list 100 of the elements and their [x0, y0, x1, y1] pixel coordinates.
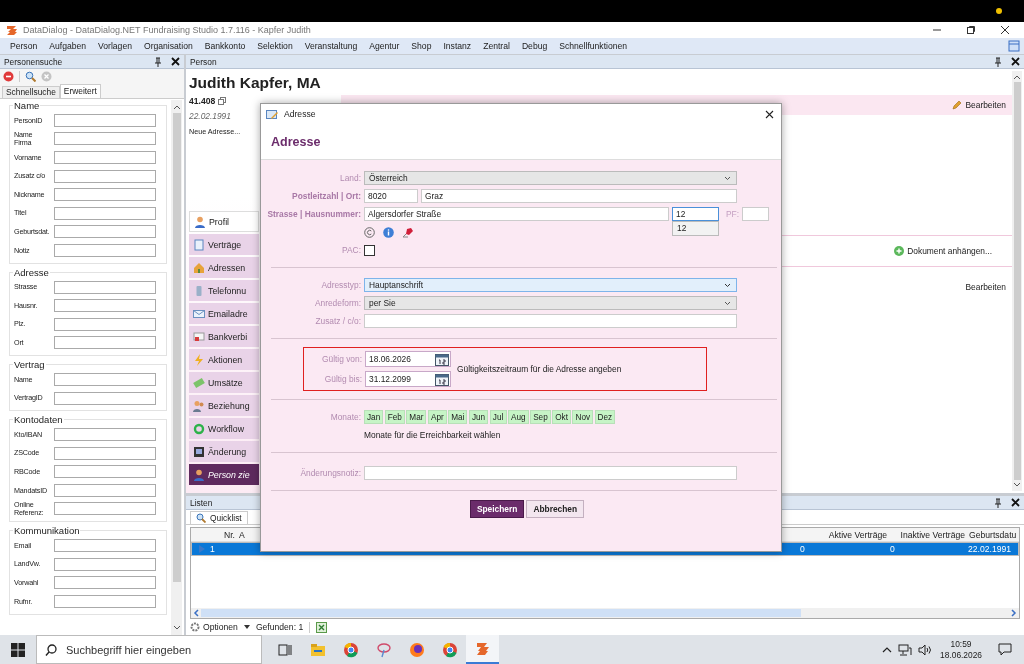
city-field[interactable]: Graz [421, 189, 737, 203]
nav-button[interactable]: Telefonnu [189, 280, 259, 302]
search-field[interactable]: Suchbegriff hier eingeben [36, 635, 262, 664]
scroll-left-icon[interactable] [193, 609, 199, 617]
input-field[interactable] [364, 466, 737, 480]
close-icon[interactable] [1011, 57, 1020, 66]
edit-link[interactable]: Bearbeiten [965, 282, 1006, 292]
nav-button[interactable]: Verträge [189, 234, 259, 256]
tab[interactable]: Erweitert [59, 84, 101, 98]
nav-button[interactable]: Person zie [189, 464, 259, 485]
nav-button[interactable]: Beziehung [189, 395, 259, 417]
nav-button[interactable]: Profil [189, 211, 259, 233]
input-field[interactable] [54, 132, 156, 146]
menu-item[interactable]: Debug [515, 41, 554, 51]
month-toggle[interactable]: Jun [468, 410, 489, 424]
input-field[interactable] [54, 428, 156, 442]
tab[interactable]: Quicklist [190, 511, 248, 524]
postcode-field[interactable]: 8020 [364, 189, 418, 203]
menu-item[interactable]: Aufgaben [43, 41, 93, 51]
info-icon[interactable] [383, 226, 394, 238]
scrollbar[interactable] [191, 608, 1019, 618]
options-button[interactable]: Optionen [190, 622, 238, 632]
scroll-up-icon[interactable] [1013, 74, 1021, 80]
nav-button[interactable]: Workflow [189, 418, 259, 440]
nav-button[interactable]: Bankverbi [189, 326, 259, 348]
month-toggle[interactable]: Apr [427, 410, 447, 424]
menu-item[interactable]: Agentur [363, 41, 406, 51]
menu-item[interactable]: Zentral [477, 41, 516, 51]
speaker-icon[interactable] [918, 643, 933, 656]
input-field[interactable] [54, 391, 156, 405]
close-icon[interactable] [171, 57, 180, 66]
pin-icon[interactable] [994, 56, 1002, 67]
menu-item[interactable]: Selektion [251, 41, 299, 51]
menu-item[interactable]: Shop [405, 41, 438, 51]
notification-icon[interactable] [998, 643, 1012, 656]
month-toggle[interactable]: Dez [594, 410, 616, 424]
save-button[interactable]: Speichern [469, 500, 525, 518]
checkbox[interactable] [364, 244, 375, 256]
calendar-icon[interactable] [435, 372, 449, 386]
column-header[interactable]: Geburtsdatu [967, 529, 1019, 540]
cancel-button[interactable]: Abbrechen [526, 500, 585, 518]
month-toggle[interactable]: Jan [364, 410, 384, 424]
pin-icon[interactable] [994, 497, 1002, 508]
search-field[interactable]: Suchbegriff hier eingeben [66, 643, 256, 656]
nav-button[interactable]: Emailadre [189, 303, 259, 325]
column-header[interactable]: Inaktive Verträge [889, 529, 967, 540]
dropdown[interactable]: per Sie [364, 296, 737, 310]
street-field[interactable]: Algersdorfer Straße [364, 207, 669, 221]
input-field[interactable] [54, 317, 156, 331]
input-field[interactable] [54, 446, 156, 460]
calendar-icon[interactable] [435, 352, 449, 366]
month-toggle[interactable]: Sep [530, 410, 551, 424]
window-icon[interactable] [1008, 40, 1020, 52]
network-icon[interactable] [898, 643, 913, 656]
pin-icon[interactable] [154, 56, 162, 67]
nav-button[interactable]: Adressen [189, 257, 259, 279]
scroll-up-icon[interactable] [172, 104, 181, 110]
input-field[interactable] [54, 465, 156, 479]
input-field[interactable] [54, 225, 156, 239]
close-icon[interactable] [1000, 25, 1010, 35]
input-field[interactable] [54, 336, 156, 350]
scrollbar[interactable] [1012, 71, 1022, 491]
month-toggle[interactable]: Mai [448, 410, 468, 424]
input-field[interactable] [54, 594, 156, 608]
input-field[interactable] [54, 169, 156, 183]
scroll-right-icon[interactable] [1011, 609, 1017, 617]
eraser-icon[interactable] [402, 226, 414, 238]
maximize-icon[interactable] [966, 25, 976, 35]
search-icon[interactable] [25, 71, 36, 82]
menu-item[interactable]: Organisation [137, 41, 199, 51]
close-icon[interactable] [1011, 498, 1020, 507]
month-toggle[interactable]: Jul [489, 410, 507, 424]
input-field[interactable] [54, 539, 156, 553]
spreadsheet-icon[interactable] [316, 621, 328, 633]
input-field[interactable] [54, 557, 156, 571]
input-field[interactable] [54, 372, 156, 386]
input-field[interactable] [54, 188, 156, 202]
house-number-field[interactable]: 12 [671, 207, 719, 221]
date-field[interactable]: 18.06.2026 [365, 351, 451, 367]
stop-icon[interactable] [3, 71, 14, 82]
month-toggle[interactable]: Aug [508, 410, 529, 424]
scrollbar[interactable] [171, 100, 182, 635]
nav-button[interactable]: Aktionen [189, 349, 259, 371]
input-field[interactable] [54, 243, 156, 257]
edit-link[interactable]: Bearbeiten [952, 100, 1006, 110]
nav-button[interactable]: Änderung [189, 441, 259, 462]
scroll-down-icon[interactable] [1013, 482, 1021, 488]
menu-item[interactable]: Vorlagen [92, 41, 138, 51]
suggestion-item[interactable]: 12 [676, 223, 718, 234]
date-field[interactable]: 31.12.2099 [365, 371, 451, 387]
chevron-up-icon[interactable] [882, 646, 893, 653]
input-field[interactable] [54, 483, 156, 497]
input-field[interactable] [54, 502, 156, 516]
copyright-icon[interactable] [364, 226, 375, 238]
column-header[interactable]: Aktive Verträge [799, 529, 889, 540]
tab[interactable]: Schnellsuche [2, 86, 60, 98]
dropdown[interactable]: Hauptanschrift [364, 278, 737, 292]
month-toggle[interactable]: Nov [572, 410, 594, 424]
input-field[interactable] [364, 314, 737, 328]
menu-item[interactable]: Bankkonto [198, 41, 252, 51]
